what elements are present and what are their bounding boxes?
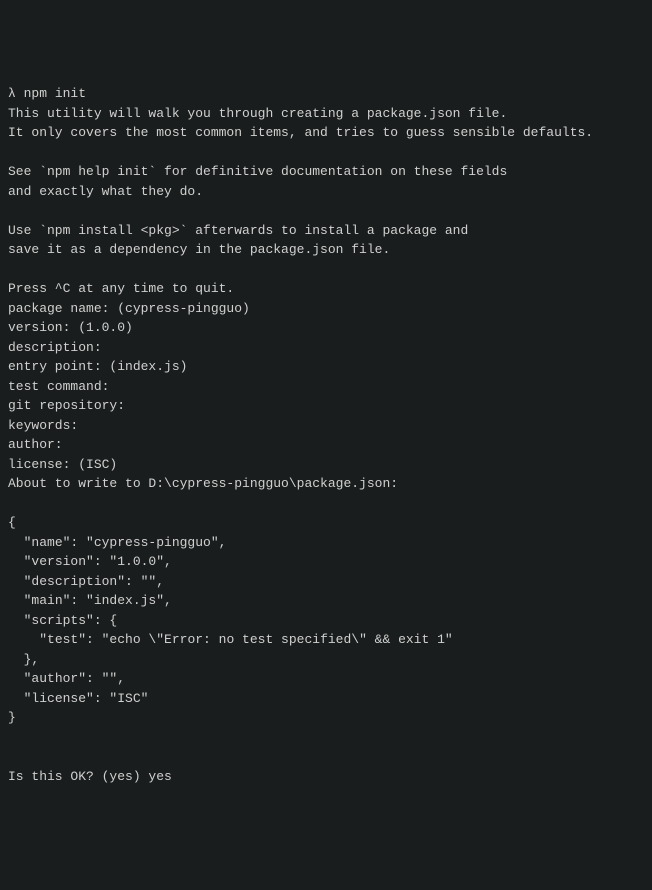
prompt-line: description: — [8, 338, 644, 358]
json-line: "test": "echo \"Error: no test specified… — [8, 630, 644, 650]
blank-line — [8, 143, 644, 163]
json-line: }, — [8, 650, 644, 670]
prompt-line: author: — [8, 435, 644, 455]
output-line: This utility will walk you through creat… — [8, 104, 644, 124]
blank-line — [8, 728, 644, 748]
json-line: "name": "cypress-pingguo", — [8, 533, 644, 553]
json-line: "scripts": { — [8, 611, 644, 631]
output-line: and exactly what they do. — [8, 182, 644, 202]
json-line: "version": "1.0.0", — [8, 552, 644, 572]
output-line: Press ^C at any time to quit. — [8, 279, 644, 299]
prompt-line: test command: — [8, 377, 644, 397]
terminal-output[interactable]: λ npm init This utility will walk you thr… — [8, 84, 644, 786]
output-line: Use `npm install <pkg>` afterwards to in… — [8, 221, 644, 241]
output-line: save it as a dependency in the package.j… — [8, 240, 644, 260]
json-line: "author": "", — [8, 669, 644, 689]
prompt-line: license: (ISC) — [8, 455, 644, 475]
prompt-line: entry point: (index.js) — [8, 357, 644, 377]
blank-line — [8, 494, 644, 514]
confirm-line: Is this OK? (yes) yes — [8, 767, 644, 787]
output-line: It only covers the most common items, an… — [8, 123, 644, 143]
prompt-symbol: λ — [8, 86, 16, 101]
prompt-line: version: (1.0.0) — [8, 318, 644, 338]
blank-line — [8, 747, 644, 767]
blank-line — [8, 201, 644, 221]
json-line: "description": "", — [8, 572, 644, 592]
prompt-line: keywords: — [8, 416, 644, 436]
command-text: npm init — [24, 86, 86, 101]
json-line: } — [8, 708, 644, 728]
json-line: "main": "index.js", — [8, 591, 644, 611]
output-line: See `npm help init` for definitive docum… — [8, 162, 644, 182]
prompt-line: package name: (cypress-pingguo) — [8, 299, 644, 319]
blank-line — [8, 260, 644, 280]
json-line: "license": "ISC" — [8, 689, 644, 709]
prompt-line: git repository: — [8, 396, 644, 416]
output-line: About to write to D:\cypress-pingguo\pac… — [8, 474, 644, 494]
json-line: { — [8, 513, 644, 533]
